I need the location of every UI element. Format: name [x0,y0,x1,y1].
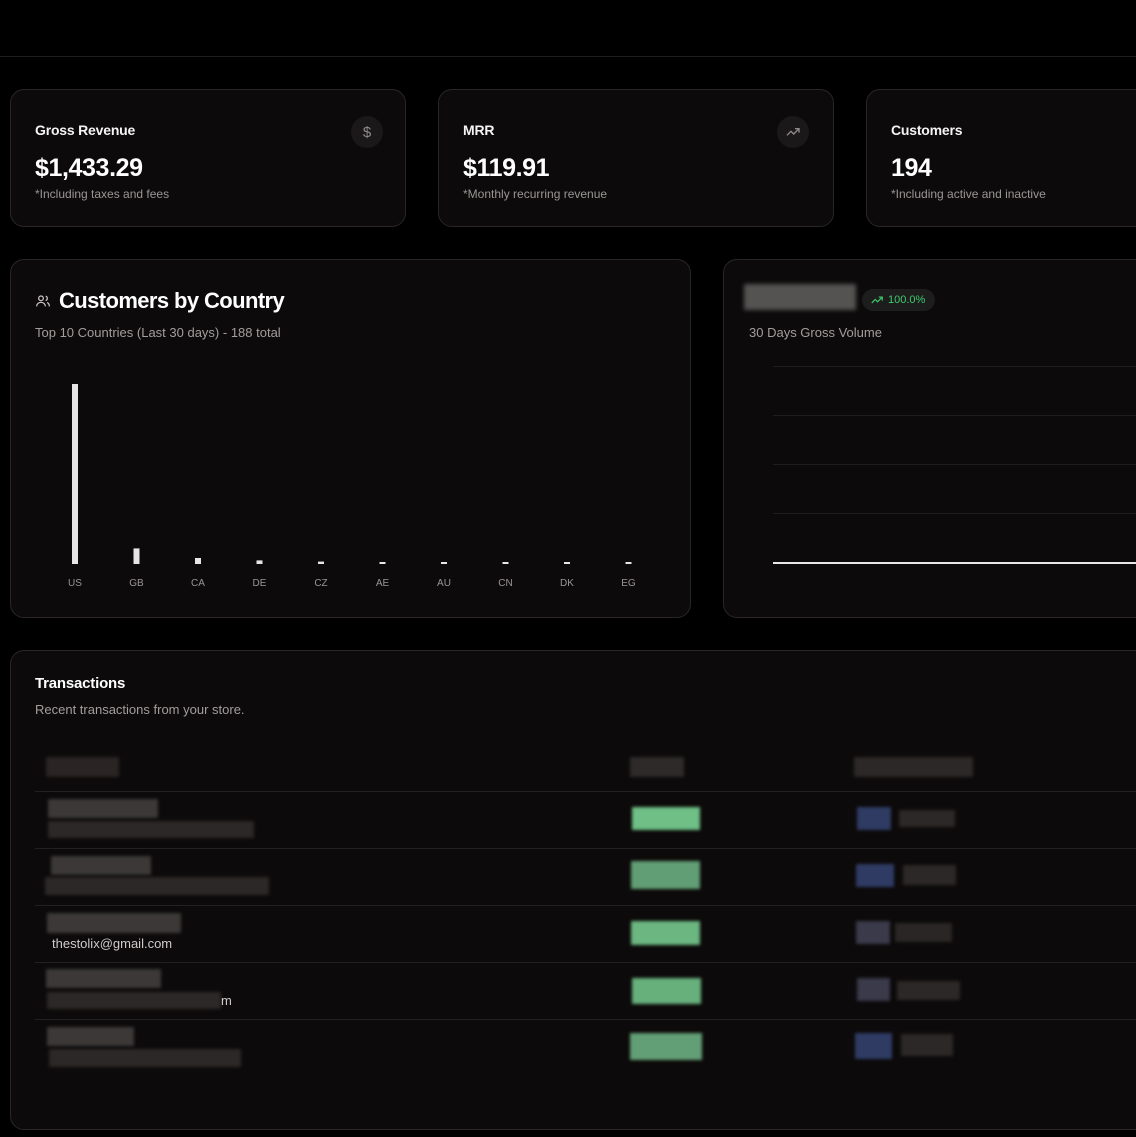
tick-label-cn: CN [498,578,512,589]
tick-label-eg: EG [621,578,636,589]
table-row[interactable] [35,962,1136,1019]
users-icon [36,295,50,307]
card-brand-icon [857,807,891,830]
redacted-customer-name [51,856,151,875]
transactions-title: Transactions [35,675,126,692]
bar-cz [318,561,324,564]
gridline [773,464,1136,465]
trend-badge-value: 100.0% [888,294,926,306]
bar-ca [195,558,201,564]
column-header-method [854,757,973,777]
redacted-volume-amount [744,284,856,310]
redacted-card-digits [897,981,960,1000]
redacted-customer-email [47,992,221,1009]
mrr-note: *Monthly recurring revenue [463,187,608,201]
country-subtitle: Top 10 Countries (Last 30 days) - 188 to… [35,325,281,340]
customers-title: Customers [891,122,963,138]
bar-ae [379,562,386,564]
tick-label-au: AU [437,578,451,589]
volume-line [773,562,1136,564]
status-badge [632,807,700,830]
tick-label-us: US [68,578,82,589]
customers-value: 194 [891,154,932,182]
table-row[interactable] [35,905,1136,962]
transactions-card: Transactions Recent transactions from yo… [10,650,1136,1130]
mrr-title: MRR [463,122,495,138]
dollar-icon: $ [351,116,383,148]
card-brand-icon [856,921,890,944]
bar-eg [625,562,632,564]
tick-label-ca: CA [191,578,205,589]
country-title: Customers by Country [59,288,285,313]
redacted-customer-name [47,913,181,933]
mrr-card: MRR $119.91 *Monthly recurring revenue [438,89,834,227]
customer-email-fragment: m [221,993,232,1008]
redacted-card-digits [895,923,952,942]
bar-gb [133,548,140,564]
tick-label-ae: AE [376,578,390,589]
bar-dk [564,562,570,564]
tick-label-de: DE [253,578,267,589]
status-badge [632,978,701,1004]
top-bar [0,0,1136,57]
trend-badge: 100.0% [862,289,936,311]
customers-by-country-card: US GB CA DE CZ AE AU CN DK EG Customers by Countr… [10,259,691,618]
gross-volume-subtitle: 30 Days Gross Volume [749,325,882,340]
redacted-customer-name [46,969,161,988]
table-row[interactable] [35,1019,1136,1076]
tick-label-gb: GB [129,578,144,589]
trending-up-icon [871,296,883,304]
gridline [773,513,1136,514]
column-header-customer [46,757,119,777]
trending-up-icon [777,116,809,148]
tick-label-dk: DK [560,578,574,589]
table-row[interactable] [35,791,1136,848]
redacted-customer-email [45,877,269,895]
bar-us [72,384,78,564]
redacted-customer-name [48,799,158,818]
status-badge [630,1033,702,1060]
column-header-status [630,757,684,777]
gross-volume-card: 100.0% 30 Days Gross Volume [723,259,1136,618]
tick-label-cz: CZ [314,578,327,589]
card-brand-icon [855,1033,892,1059]
transactions-subtitle: Recent transactions from your store. [35,702,245,717]
mrr-value: $119.91 [463,154,550,182]
customers-card: Customers 194 *Including active and inac… [866,89,1136,227]
customer-email: thestolix@gmail.com [52,936,173,951]
bar-cn [502,562,509,564]
country-header: Customers by Country [35,288,285,314]
status-badge [631,921,700,945]
gridline [773,366,1136,367]
gross-revenue-title: Gross Revenue [35,122,136,138]
bar-de [256,560,263,564]
gross-revenue-card: Gross Revenue $1,433.29 *Including taxes… [10,89,406,227]
redacted-customer-email [48,821,254,838]
redacted-card-digits [901,1034,953,1056]
redacted-customer-email [49,1049,241,1067]
redacted-card-digits [903,865,956,885]
redacted-customer-name [47,1027,134,1046]
gross-revenue-value: $1,433.29 [35,154,143,182]
customers-note: *Including active and inactive [891,187,1046,201]
card-brand-icon [857,978,890,1001]
card-brand-icon [856,864,894,887]
bar-au [441,562,447,564]
gridline [773,415,1136,416]
gross-revenue-note: *Including taxes and fees [35,187,170,201]
status-badge [631,861,700,889]
redacted-card-digits [899,810,955,827]
